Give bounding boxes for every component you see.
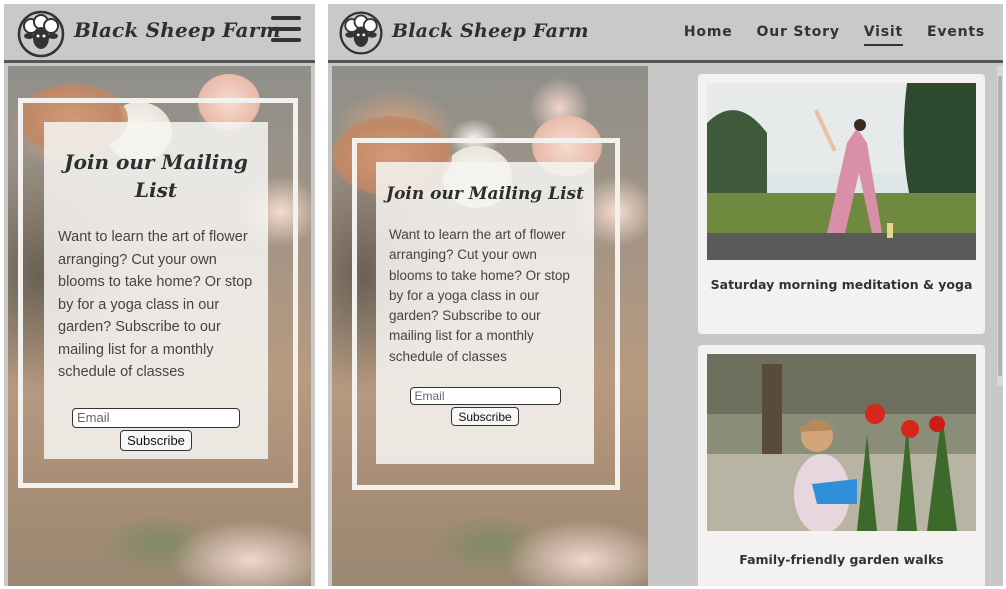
mailing-list-card: Join our Mailing List Want to learn the … — [376, 162, 594, 464]
nav-visit[interactable]: Visit — [863, 24, 904, 46]
brand-name[interactable]: Black Sheep Farm — [392, 20, 589, 42]
mobile-view: Black Sheep Farm Join our Mailing List W… — [4, 4, 315, 586]
event-card[interactable]: Saturday morning meditation & yoga — [698, 74, 985, 334]
nav-our-story[interactable]: Our Story — [757, 24, 840, 46]
mailing-list-text: Want to learn the art of flower arrangin… — [389, 227, 570, 364]
signup-form: Subscribe — [376, 387, 594, 427]
events-list: Saturday morning meditation & yoga Famil… — [660, 66, 990, 586]
nav-home[interactable]: Home — [684, 24, 733, 46]
email-input[interactable] — [409, 387, 561, 406]
signup-form: Subscribe — [44, 407, 268, 451]
site-header: Black Sheep Farm Home Our Story Visit Ev… — [328, 4, 1003, 63]
brand-name[interactable]: Black Sheep Farm — [74, 18, 281, 42]
screenshot-root: Black Sheep Farm Join our Mailing List W… — [0, 0, 1006, 589]
subscribe-button[interactable]: Subscribe — [120, 429, 192, 451]
event-title: Family-friendly garden walks — [739, 552, 944, 567]
site-header: Black Sheep Farm — [4, 4, 315, 63]
main-nav: Home Our Story Visit Events — [684, 24, 985, 46]
event-card[interactable]: Family-friendly garden walks — [698, 345, 985, 586]
garden-walk-photo — [707, 354, 976, 531]
scrollbar[interactable] — [997, 66, 1003, 386]
mailing-list-title: Join our Mailing List — [64, 150, 248, 202]
sheep-logo-icon[interactable] — [14, 10, 68, 58]
nav-events[interactable]: Events — [927, 24, 985, 46]
mailing-list-card: Join our Mailing List Want to learn the … — [44, 122, 268, 459]
hamburger-menu-icon[interactable] — [271, 16, 301, 42]
subscribe-button[interactable]: Subscribe — [451, 407, 519, 427]
event-title: Saturday morning meditation & yoga — [710, 277, 973, 292]
mailing-list-text: Want to learn the art of flower arrangin… — [58, 229, 253, 380]
email-input[interactable] — [72, 407, 240, 428]
yoga-photo — [707, 83, 976, 260]
tablet-view: Black Sheep Farm Home Our Story Visit Ev… — [328, 4, 1003, 586]
sheep-logo-icon[interactable] — [336, 10, 386, 56]
mailing-list-title: Join our Mailing List — [386, 184, 584, 204]
scrollbar-thumb[interactable] — [998, 76, 1002, 376]
